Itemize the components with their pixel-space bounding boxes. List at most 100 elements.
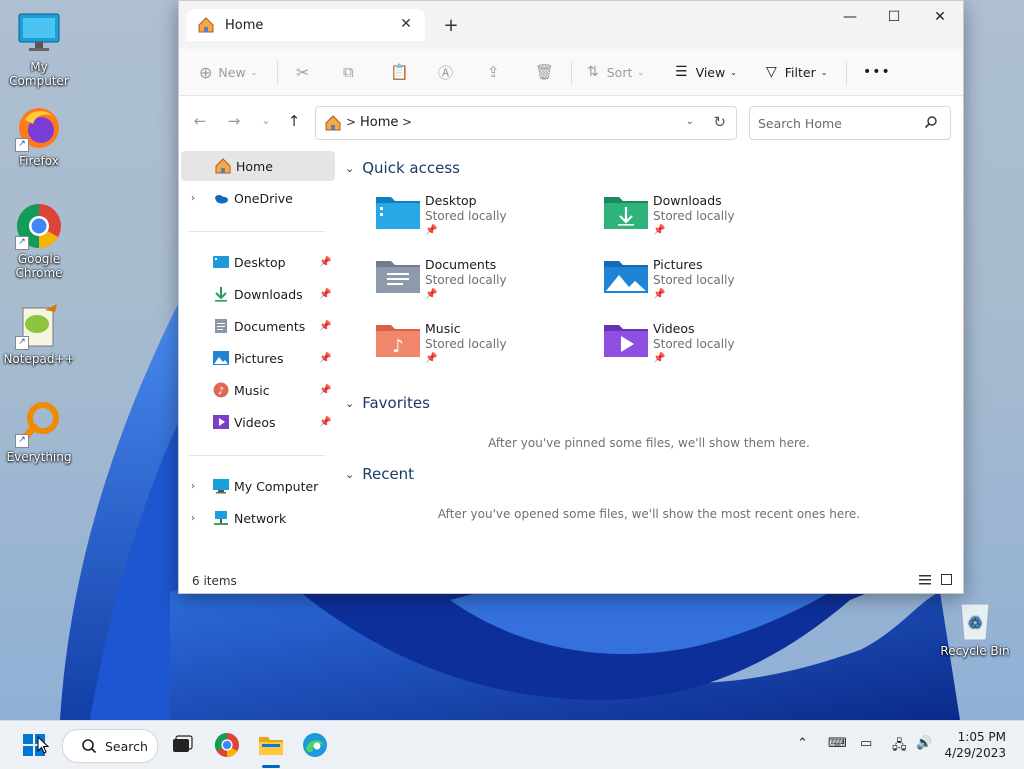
sidebar-item-documents[interactable]: Documents 📌 xyxy=(179,311,335,341)
sidebar-item-music[interactable]: ♪ Music 📌 xyxy=(179,375,335,405)
item-name: Desktop xyxy=(425,193,477,208)
sidebar-item-desktop[interactable]: Desktop 📌 xyxy=(179,247,335,277)
funnel-icon: ▽ xyxy=(766,64,777,80)
pin-icon: 📌 xyxy=(319,352,332,364)
desktop-icon-label: Google Chrome xyxy=(15,252,63,280)
desktop-folder-icon xyxy=(376,197,420,229)
close-window-button[interactable]: ✕ xyxy=(917,1,963,33)
keyboard-icon[interactable]: ⌨ xyxy=(828,736,847,751)
chevron-right-icon[interactable]: › xyxy=(191,513,195,524)
address-dropdown-icon[interactable]: ⌄ xyxy=(686,116,694,127)
section-recent[interactable]: ⌄ Recent xyxy=(345,465,414,483)
quick-access-pictures[interactable]: Pictures Stored locally 📌 xyxy=(603,257,823,317)
desktop-icon-firefox[interactable]: ↗ Firefox xyxy=(0,104,78,168)
refresh-icon[interactable]: ↻ xyxy=(713,113,726,131)
more-options-button[interactable]: ••• xyxy=(863,57,891,87)
chevron-right-icon[interactable]: › xyxy=(191,481,195,492)
sidebar-item-label: Music xyxy=(234,382,270,398)
pin-icon: 📌 xyxy=(319,256,332,268)
quick-access-music[interactable]: ♪ Music Stored locally 📌 xyxy=(375,321,595,381)
task-view-icon[interactable] xyxy=(168,731,196,759)
desktop-icon-everything[interactable]: ↗ Everything xyxy=(0,400,78,464)
back-button[interactable]: ← xyxy=(189,112,211,132)
sidebar-item-label: Documents xyxy=(234,318,306,334)
view-button[interactable]: ☰ View ⌄ xyxy=(675,57,737,87)
quick-access-videos[interactable]: Videos Stored locally 📌 xyxy=(603,321,823,381)
everything-icon: ↗ xyxy=(15,400,63,448)
address-bar[interactable]: > Home > ⌄ ↻ xyxy=(315,106,737,140)
tab-home[interactable]: Home ✕ xyxy=(187,9,425,41)
search-box[interactable]: Search Home xyxy=(749,106,951,140)
address-row: ← → ⌄ ↑ > Home > ⌄ ↻ Search Home xyxy=(179,96,963,148)
edge-taskbar-icon[interactable] xyxy=(301,731,329,759)
pin-icon: 📌 xyxy=(653,225,666,236)
show-hidden-icons-button[interactable]: ⌃ xyxy=(797,736,808,751)
favorites-empty-message: After you've pinned some files, we'll sh… xyxy=(488,436,810,450)
delete-button[interactable]: 🗑 xyxy=(535,57,554,87)
sort-button[interactable]: ⇅ Sort ⌄ xyxy=(587,57,644,87)
sidebar-item-downloads[interactable]: Downloads 📌 xyxy=(179,279,335,309)
sidebar-item-label: Network xyxy=(234,510,287,526)
minimize-button[interactable]: — xyxy=(827,1,873,33)
svg-text:♻: ♻ xyxy=(968,613,982,632)
touchpad-icon[interactable]: ▭ xyxy=(860,736,872,751)
breadcrumb-separator[interactable]: > xyxy=(402,115,412,129)
forward-button[interactable]: → xyxy=(223,112,245,132)
taskbar-search[interactable]: Search xyxy=(62,729,158,763)
pin-icon: 📌 xyxy=(653,289,666,300)
quick-access-desktop[interactable]: Desktop Stored locally 📌 xyxy=(375,193,595,253)
sidebar-item-my-computer[interactable]: › My Computer xyxy=(179,471,335,501)
network-status-icon[interactable]: 🖧 xyxy=(892,736,907,758)
maximize-button[interactable]: ☐ xyxy=(871,1,917,33)
toolbar-divider xyxy=(571,61,572,85)
home-icon xyxy=(215,158,231,174)
section-quick-access[interactable]: ⌄ Quick access xyxy=(345,159,460,177)
volume-icon[interactable]: 🔊 xyxy=(916,736,932,751)
new-tab-button[interactable]: + xyxy=(441,15,461,36)
close-tab-icon[interactable]: ✕ xyxy=(397,16,415,32)
file-explorer-taskbar-icon[interactable] xyxy=(257,731,285,759)
section-title: Quick access xyxy=(362,159,460,177)
sidebar-item-videos[interactable]: Videos 📌 xyxy=(179,407,335,437)
copy-button[interactable]: ⧉ xyxy=(343,57,354,87)
pin-icon: 📌 xyxy=(319,320,332,332)
desktop-icon-my-computer[interactable]: My Computer xyxy=(0,10,78,88)
item-name: Downloads xyxy=(653,193,722,208)
desktop-icon-recycle-bin[interactable]: ♻ Recycle Bin xyxy=(936,598,1014,658)
quick-access-documents[interactable]: Documents Stored locally 📌 xyxy=(375,257,595,317)
sidebar-item-pictures[interactable]: Pictures 📌 xyxy=(179,343,335,373)
file-explorer-window: Home ✕ + — ☐ ✕ ⊕ New ⌄ ✂ ⧉ 📋 Ⓐ ⇪ 🗑 ⇅ Sort… xyxy=(178,0,964,594)
onedrive-icon xyxy=(215,195,228,204)
up-button[interactable]: ↑ xyxy=(283,112,305,132)
paste-button[interactable]: 📋 xyxy=(390,57,409,87)
new-button[interactable]: ⊕ New ⌄ xyxy=(199,57,257,87)
title-bar: Home ✕ + — ☐ ✕ xyxy=(179,1,963,49)
documents-icon xyxy=(215,319,227,333)
tiles-view-icon[interactable] xyxy=(941,574,952,585)
cut-button[interactable]: ✂ xyxy=(296,57,309,87)
search-placeholder: Search Home xyxy=(758,116,842,131)
sidebar-item-onedrive[interactable]: › OneDrive xyxy=(179,183,335,213)
breadcrumb-home[interactable]: Home xyxy=(360,115,398,130)
quick-access-downloads[interactable]: Downloads Stored locally 📌 xyxy=(603,193,823,253)
paste-icon: 📋 xyxy=(390,63,409,81)
desktop-icon-notepadpp[interactable]: ↗ Notepad++ xyxy=(0,302,78,366)
trash-icon: 🗑 xyxy=(535,63,555,81)
sidebar-item-network[interactable]: › Network xyxy=(179,503,335,533)
recent-locations-button[interactable]: ⌄ xyxy=(255,114,277,134)
details-view-icon[interactable] xyxy=(919,575,931,585)
item-location: Stored locally xyxy=(653,209,735,223)
chevron-right-icon[interactable]: › xyxy=(191,193,195,204)
desktop-icon-chrome[interactable]: ↗ Google Chrome xyxy=(0,202,78,280)
chrome-taskbar-icon[interactable] xyxy=(213,731,241,759)
clock[interactable]: 1:05 PM 4/29/2023 xyxy=(944,729,1006,761)
share-button[interactable]: ⇪ xyxy=(487,57,500,87)
item-location: Stored locally xyxy=(425,337,507,351)
rename-button[interactable]: Ⓐ xyxy=(438,57,453,87)
new-label: New xyxy=(218,64,246,80)
chevron-down-icon: ⌄ xyxy=(250,67,258,77)
sidebar-item-home[interactable]: Home xyxy=(181,151,335,181)
section-favorites[interactable]: ⌄ Favorites xyxy=(345,394,430,412)
network-icon xyxy=(214,511,228,525)
filter-button[interactable]: ▽ Filter ⌄ xyxy=(766,57,827,87)
